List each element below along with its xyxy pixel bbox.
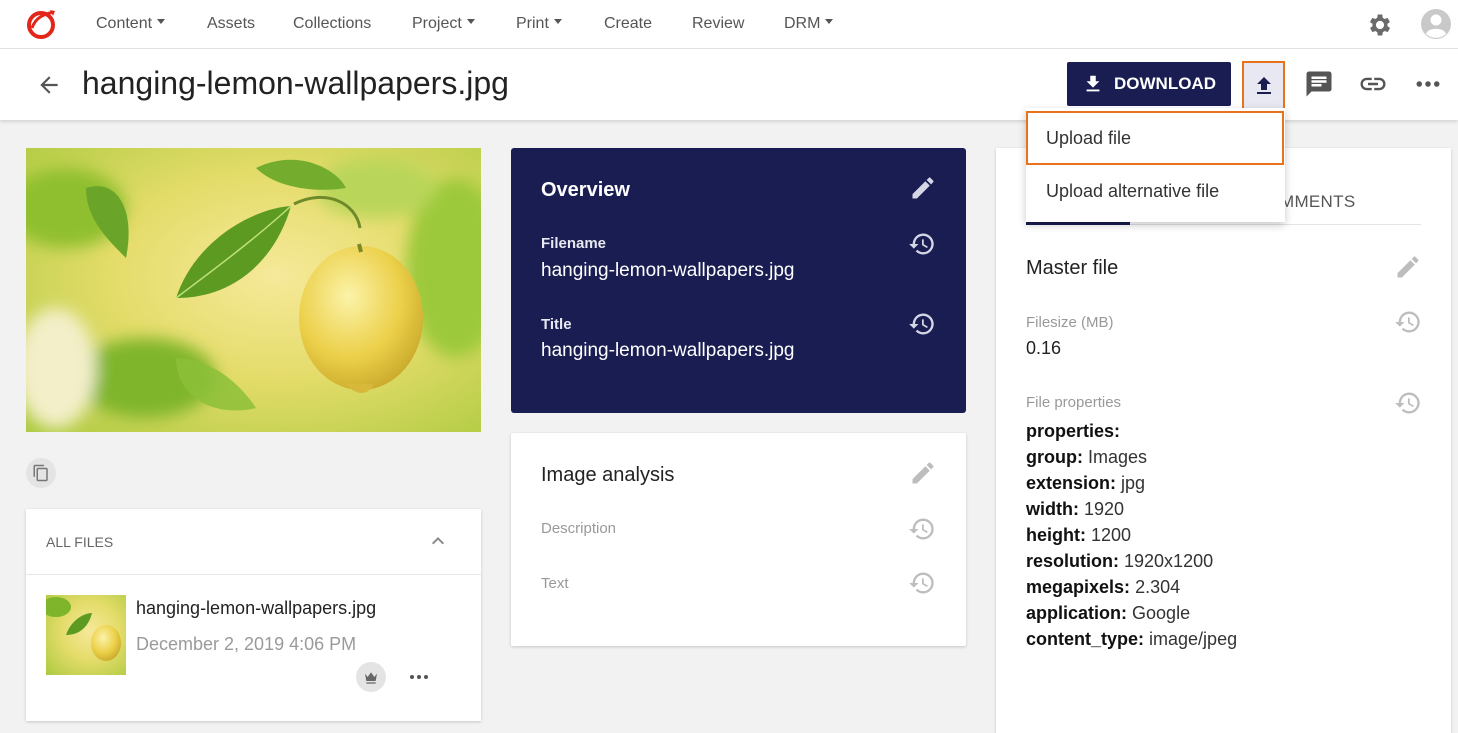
property-row: group: Images bbox=[1026, 447, 1148, 467]
download-button[interactable]: DOWNLOAD bbox=[1067, 62, 1231, 106]
all-files-panel: ALL FILES hanging-lemon-wallpapers.jpg D… bbox=[26, 509, 481, 721]
description-label: Description bbox=[541, 520, 617, 537]
upload-menu: Upload file Upload alternative file bbox=[1026, 108, 1285, 222]
property-row: extension: jpg bbox=[1026, 473, 1146, 493]
history-icon[interactable] bbox=[908, 515, 936, 543]
gear-icon[interactable] bbox=[1366, 11, 1394, 39]
nav-drm[interactable]: DRM bbox=[784, 15, 834, 33]
tab-comments[interactable]: MMENTS bbox=[1280, 192, 1355, 212]
nav-collections[interactable]: Collections bbox=[293, 15, 371, 33]
comment-icon[interactable] bbox=[1304, 69, 1334, 99]
top-navigation: Content Assets Collections Project Print… bbox=[0, 0, 1458, 49]
overview-card: Overview Filename hanging-lemon-wallpape… bbox=[511, 148, 966, 413]
nav-print[interactable]: Print bbox=[516, 15, 562, 33]
file-details-card: MMENTS Master file Filesize (MB) 0.16 Fi… bbox=[996, 148, 1451, 733]
lemon-photo bbox=[26, 148, 481, 432]
nav-review[interactable]: Review bbox=[692, 15, 744, 33]
property-row: megapixels: 2.304 bbox=[1026, 577, 1181, 597]
history-icon[interactable] bbox=[908, 310, 936, 338]
edit-icon[interactable] bbox=[1394, 253, 1422, 281]
title-value: hanging-lemon-wallpapers.jpg bbox=[541, 340, 795, 361]
property-row: content_type: image/jpeg bbox=[1026, 629, 1238, 649]
history-icon[interactable] bbox=[1394, 389, 1422, 417]
property-row: height: 1200 bbox=[1026, 525, 1132, 545]
download-label: DOWNLOAD bbox=[1114, 74, 1216, 93]
nav-create[interactable]: Create bbox=[604, 15, 652, 33]
history-icon[interactable] bbox=[908, 230, 936, 258]
page-title: hanging-lemon-wallpapers.jpg bbox=[82, 65, 509, 101]
history-icon[interactable] bbox=[908, 569, 936, 597]
filesize-label: Filesize (MB) bbox=[1026, 314, 1114, 331]
all-files-header[interactable]: ALL FILES bbox=[26, 509, 481, 575]
nav-assets[interactable]: Assets bbox=[207, 15, 255, 33]
all-files-title: ALL FILES bbox=[46, 534, 114, 550]
link-icon[interactable] bbox=[1358, 69, 1388, 99]
active-tab-indicator bbox=[1026, 222, 1130, 225]
menu-item-upload-alternative-file[interactable]: Upload alternative file bbox=[1026, 167, 1285, 215]
edit-icon[interactable] bbox=[909, 174, 937, 202]
file-more-icon[interactable] bbox=[404, 665, 434, 689]
filename-value: hanging-lemon-wallpapers.jpg bbox=[541, 260, 795, 281]
upload-button[interactable] bbox=[1242, 61, 1285, 110]
properties-header: properties: bbox=[1026, 421, 1121, 441]
menu-item-upload-file[interactable]: Upload file bbox=[1026, 111, 1284, 165]
caret-down-icon bbox=[825, 19, 834, 25]
master-file-title: Master file bbox=[1026, 257, 1119, 279]
copy-icon bbox=[33, 464, 48, 482]
nav-project[interactable]: Project bbox=[412, 15, 475, 33]
upload-icon bbox=[1256, 76, 1271, 94]
file-thumbnail[interactable] bbox=[46, 595, 126, 675]
caret-down-icon bbox=[553, 19, 562, 25]
history-icon[interactable] bbox=[1394, 308, 1422, 336]
crown-icon bbox=[365, 672, 377, 684]
chevron-up-icon[interactable] bbox=[426, 529, 450, 553]
overview-title: Overview bbox=[541, 179, 630, 201]
filename-label: Filename bbox=[541, 235, 607, 252]
download-icon bbox=[1086, 75, 1100, 92]
back-arrow-icon[interactable] bbox=[36, 72, 62, 98]
file-name[interactable]: hanging-lemon-wallpapers.jpg bbox=[136, 598, 376, 619]
master-file-button[interactable] bbox=[356, 662, 386, 692]
text-label: Text bbox=[541, 575, 569, 592]
asset-preview-image[interactable] bbox=[26, 148, 481, 432]
logo-icon[interactable] bbox=[26, 8, 58, 40]
filesize-value: 0.16 bbox=[1026, 338, 1062, 358]
image-analysis-card: Image analysis Description Text bbox=[511, 433, 966, 646]
property-row: resolution: 1920x1200 bbox=[1026, 551, 1214, 571]
file-properties-list: properties: group: Images extension: jpg… bbox=[1026, 418, 1237, 652]
copy-button[interactable] bbox=[26, 458, 56, 488]
edit-icon[interactable] bbox=[909, 459, 937, 487]
property-row: width: 1920 bbox=[1026, 499, 1125, 519]
property-row: application: Google bbox=[1026, 603, 1191, 623]
caret-down-icon bbox=[466, 19, 475, 25]
image-analysis-title: Image analysis bbox=[541, 464, 675, 486]
caret-down-icon bbox=[157, 19, 166, 25]
lemon-thumbnail bbox=[46, 595, 126, 675]
avatar-icon[interactable] bbox=[1420, 8, 1452, 40]
nav-content[interactable]: Content bbox=[96, 15, 166, 33]
more-icon[interactable] bbox=[1413, 69, 1443, 99]
file-date: December 2, 2019 4:06 PM bbox=[136, 634, 357, 654]
file-properties-label: File properties bbox=[1026, 394, 1122, 411]
title-label: Title bbox=[541, 316, 572, 333]
